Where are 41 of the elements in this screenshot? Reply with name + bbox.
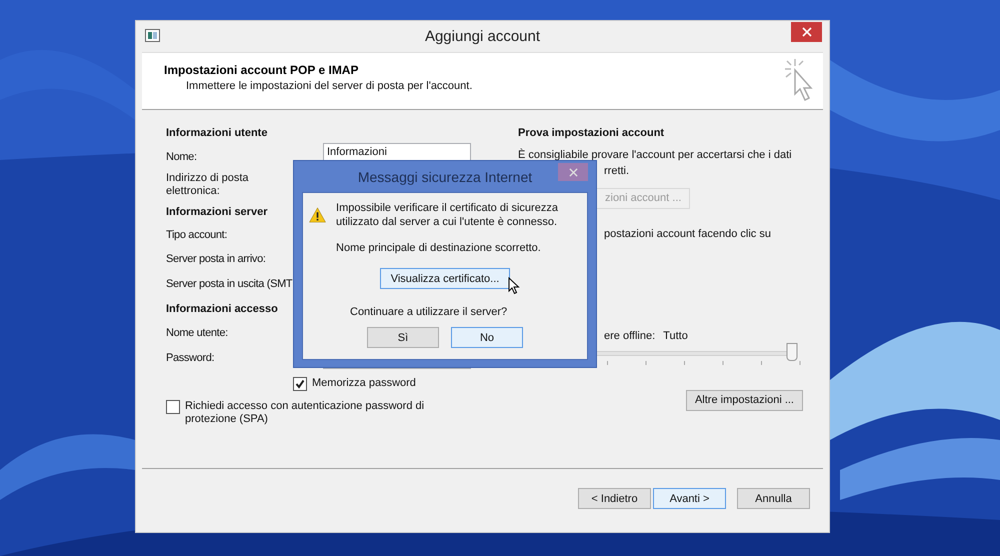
header-subtitle: Immettere le impostazioni del server di posta per l'account. <box>186 80 474 92</box>
header-title: Impostazioni account POP e IMAP <box>164 63 360 77</box>
close-button[interactable] <box>791 22 822 42</box>
window-title: Aggiungi account <box>424 28 540 45</box>
offline-label: ere offline: <box>604 330 656 342</box>
dialog-title: Messaggi sicurezza Internet <box>358 168 532 184</box>
section-heading: Informazioni server <box>166 206 268 218</box>
field-label: Indirizzo di posta elettronica: <box>166 172 250 198</box>
checkbox[interactable] <box>166 400 180 414</box>
description-text: postazioni account facendo clic su <box>604 228 771 240</box>
offline-value: Tutto <box>663 330 688 342</box>
checkbox-label: Richiedi accesso con autenticazione password di protezione (SPA) <box>185 400 426 426</box>
mouse-pointer-icon <box>508 277 520 295</box>
field-label: Server posta in uscita (SMT <box>166 278 292 290</box>
field-label: Password: <box>166 352 214 364</box>
field-label: Nome: <box>166 151 197 163</box>
dialog-button[interactable]: Sì <box>367 327 439 348</box>
dialog-detail: Nome principale di destinazione scorretto. <box>336 241 542 255</box>
more-settings-button[interactable]: Altre impostazioni ... <box>686 390 803 410</box>
dialog-button[interactable]: No <box>451 327 523 348</box>
footer-button[interactable]: Annulla <box>737 488 810 509</box>
field-label: Server posta in arrivo: <box>166 253 266 265</box>
section-heading: Informazioni accesso <box>166 303 278 315</box>
close-icon <box>802 27 812 37</box>
close-button[interactable] <box>558 163 588 181</box>
window-icon <box>145 29 160 42</box>
view-certificate-button[interactable]: Visualizza certificato... <box>380 268 510 289</box>
section-heading: Informazioni utente <box>166 127 268 139</box>
field-label: Nome utente: <box>166 327 228 339</box>
description-text: È consigliabile provare l'account per accertarsi che i dati <box>518 149 792 161</box>
checkbox[interactable] <box>293 377 307 391</box>
section-heading: Prova impostazioni account <box>518 127 664 139</box>
dialog-message: Impossibile verificare il certificato di sicurezza utilizzato dal server a cui l'utente è connesso. <box>336 201 559 229</box>
description-text: rretti. <box>604 165 630 177</box>
dialog-question: Continuare a utilizzare il server? <box>350 305 508 319</box>
slider-thumb[interactable] <box>786 342 798 360</box>
field-label: Tipo account: <box>166 229 228 241</box>
checkbox-label: Memorizza password <box>312 377 416 390</box>
close-icon <box>568 168 578 176</box>
footer-button[interactable]: < Indietro <box>578 488 651 509</box>
footer-button[interactable]: Avanti > <box>653 488 726 509</box>
